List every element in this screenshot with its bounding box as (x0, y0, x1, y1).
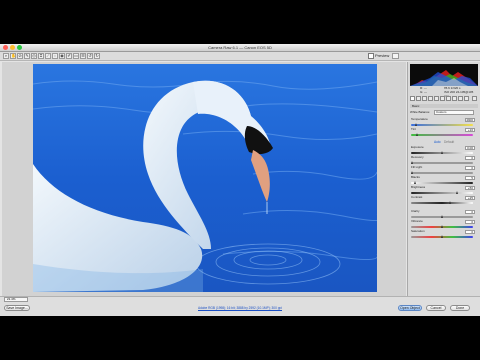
blacks-slider[interactable] (411, 182, 473, 184)
color-sampler-icon[interactable]: ✎ (24, 53, 30, 59)
adjustment-brush-icon[interactable]: ✐ (66, 53, 72, 59)
contrast-row: Contrast +25 (411, 195, 477, 206)
rotate-left-icon[interactable]: ↺ (87, 53, 93, 59)
target-adjust-icon[interactable]: ◎ (31, 53, 37, 59)
fill-light-slider-thumb[interactable] (411, 171, 413, 174)
fill-light-slider[interactable] (411, 172, 473, 174)
preview-checkbox-box[interactable] (368, 53, 374, 59)
tint-slider[interactable] (411, 134, 473, 136)
brightness-slider[interactable] (411, 192, 473, 194)
rgb-readout-g: G: — (420, 90, 428, 94)
saturation-value[interactable]: 0 (465, 230, 475, 234)
image-canvas[interactable] (2, 62, 406, 296)
tab-basic[interactable] (410, 96, 415, 101)
brightness-label: Brightness (411, 185, 426, 189)
hand-icon[interactable]: ✋ (10, 53, 16, 59)
adjustment-panel: R: — G: — f/5.6 1/320 s ISO 200 24-105@1… (407, 62, 480, 296)
saturation-slider-thumb[interactable] (441, 235, 443, 238)
contrast-value[interactable]: +25 (465, 196, 475, 200)
done-button[interactable]: Done (450, 305, 470, 311)
temperature-value[interactable]: 4900 (465, 118, 475, 122)
vibrance-label: Vibrance (411, 219, 423, 223)
panel-tabs (410, 96, 478, 102)
window-title: Camera Raw 6.1 — Canon EOS 5D (208, 45, 272, 50)
fill-light-value[interactable]: 0 (465, 166, 475, 170)
recovery-slider[interactable] (411, 162, 473, 164)
exposure-label: Exposure (411, 145, 424, 149)
fill-light-label: Fill Light (411, 165, 423, 169)
vibrance-value[interactable]: 0 (465, 220, 475, 224)
tab-effects[interactable] (446, 96, 451, 101)
tab-camera-calibration[interactable] (452, 96, 457, 101)
preferences-icon[interactable]: ☰ (80, 53, 86, 59)
section-title: Basic (410, 104, 478, 108)
recovery-slider-thumb[interactable] (411, 161, 413, 164)
auto-link[interactable]: Auto (434, 140, 441, 144)
tab-lens[interactable] (440, 96, 445, 101)
blacks-value[interactable]: 5 (465, 176, 475, 180)
camera-raw-window: Camera Raw 6.1 — Canon EOS 5D ⌕ ✋ ⊘ ✎ ◎ … (0, 44, 480, 316)
contrast-slider-thumb[interactable] (449, 201, 451, 204)
zoom-level-select[interactable]: 21.4% (4, 297, 28, 302)
tab-tone-curve[interactable] (416, 96, 421, 101)
clarity-value[interactable]: 0 (465, 210, 475, 214)
spot-removal-icon[interactable]: ◌ (52, 53, 58, 59)
cancel-button[interactable]: Cancel (426, 305, 446, 311)
default-link[interactable]: Default (444, 140, 454, 144)
contrast-label: Contrast (411, 195, 423, 199)
swan-photo (33, 64, 377, 292)
white-balance-select[interactable]: Custom (434, 110, 474, 115)
graduated-filter-icon[interactable]: ▭ (73, 53, 79, 59)
brightness-value[interactable]: +50 (465, 186, 475, 190)
temperature-label: Temperature (411, 117, 428, 121)
white-balance-icon[interactable]: ⊘ (17, 53, 23, 59)
tab-snapshots[interactable] (464, 96, 469, 101)
exposure-value[interactable]: 0.00 (465, 146, 475, 150)
blacks-label: Blacks (411, 175, 420, 179)
tint-slider-thumb[interactable] (416, 133, 418, 136)
tint-value[interactable]: +16 (465, 128, 475, 132)
recovery-label: Recovery (411, 155, 424, 159)
tint-label: Tint (411, 127, 416, 131)
crop-icon[interactable]: ⌗ (38, 53, 44, 59)
temperature-slider-thumb[interactable] (415, 123, 417, 126)
open-object-button[interactable]: Open Object (398, 305, 422, 311)
clarity-label: Clarity (411, 209, 420, 213)
bottom-bar: 21.4% Save Image... Adobe RGB (1998); 16… (0, 296, 480, 316)
rotate-right-icon[interactable]: ↻ (94, 53, 100, 59)
temperature-slider[interactable] (411, 124, 473, 126)
vibrance-slider-thumb[interactable] (441, 225, 443, 228)
zoom-icon[interactable]: ⌕ (3, 53, 9, 59)
tab-presets[interactable] (458, 96, 463, 101)
swan-photo-art (33, 64, 377, 292)
exposure-slider-thumb[interactable] (441, 151, 443, 154)
white-balance-label: White Balance: (410, 110, 431, 114)
histogram (410, 64, 478, 86)
tab-detail[interactable] (422, 96, 427, 101)
red-eye-icon[interactable]: ◉ (59, 53, 65, 59)
title-bar: Camera Raw 6.1 — Canon EOS 5D (0, 44, 480, 52)
tool-bar: ⌕ ✋ ⊘ ✎ ◎ ⌗ ⟋ ◌ ◉ ✐ ▭ ☰ ↺ ↻ Preview (0, 52, 480, 61)
tint-row: Tint +16 (411, 127, 477, 138)
histogram-graph (410, 70, 478, 86)
saturation-label: Saturation (411, 229, 425, 233)
clarity-slider-thumb[interactable] (441, 215, 443, 218)
temperature-row: Temperature 4900 (411, 117, 477, 128)
fill-light-row: Fill Light 0 (411, 165, 477, 176)
preview-label: Preview (375, 53, 390, 59)
white-balance-row: White Balance: Custom (410, 110, 478, 115)
tab-hsl[interactable] (428, 96, 433, 101)
fullscreen-button[interactable] (392, 53, 399, 59)
tab-split-toning[interactable] (434, 96, 439, 101)
straighten-icon[interactable]: ⟋ (45, 53, 51, 59)
panel-menu-icon[interactable] (472, 96, 477, 101)
blacks-slider-thumb[interactable] (414, 181, 416, 184)
preview-checkbox[interactable]: Preview (368, 53, 389, 59)
contrast-slider[interactable] (411, 202, 473, 204)
recovery-value[interactable]: 0 (465, 156, 475, 160)
saturation-row: Saturation 0 (411, 229, 477, 240)
brightness-slider-thumb[interactable] (456, 191, 458, 194)
